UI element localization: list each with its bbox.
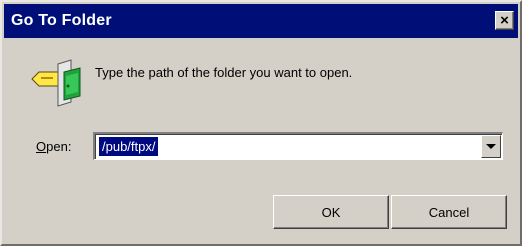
cancel-button[interactable]: Cancel	[391, 195, 507, 229]
chevron-down-icon	[486, 144, 496, 149]
dropdown-button[interactable]	[481, 135, 501, 158]
window-title: Go To Folder	[11, 12, 112, 29]
open-label-accesskey: O	[36, 139, 47, 154]
ok-button[interactable]: OK	[273, 195, 389, 229]
folder-go-icon	[30, 58, 84, 108]
close-icon: ×	[500, 12, 509, 29]
folder-path-combobox[interactable]: /pub/ftpx/	[93, 132, 503, 160]
instruction-text: Type the path of the folder you want to …	[95, 65, 353, 80]
title-bar[interactable]: Go To Folder ×	[4, 4, 518, 38]
open-label-rest: pen:	[46, 139, 72, 154]
go-to-folder-dialog: Go To Folder × Type the path of the fold…	[0, 0, 522, 246]
folder-path-input[interactable]: /pub/ftpx/	[99, 137, 159, 156]
close-button[interactable]: ×	[495, 11, 514, 30]
open-label: Open:	[36, 139, 71, 154]
